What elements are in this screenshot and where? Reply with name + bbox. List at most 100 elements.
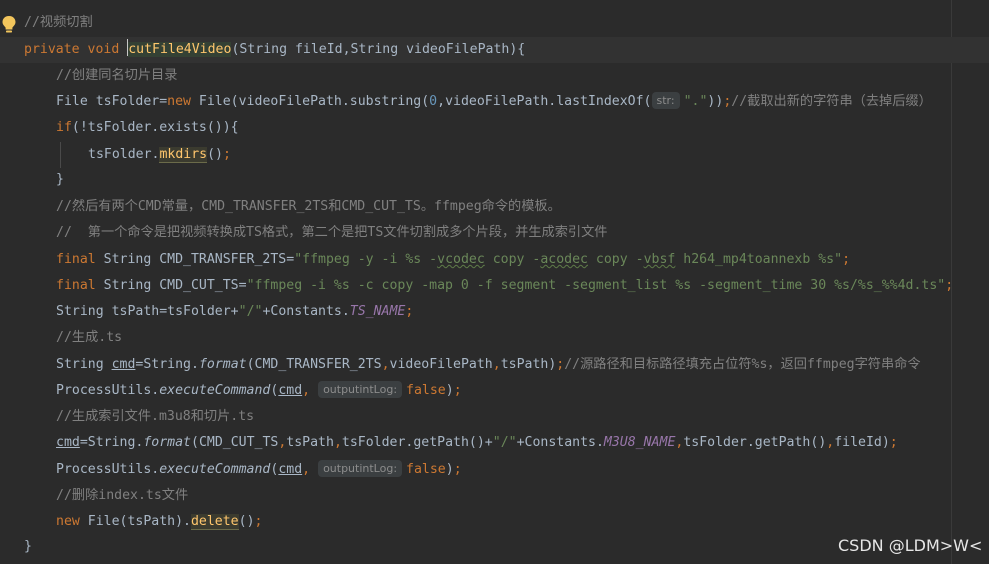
code-text: String CMD_TRANSFER_2TS= xyxy=(103,252,295,267)
code-line-3[interactable]: //创建同名切片目录 xyxy=(56,63,177,89)
code-editor[interactable]: //视频切割 private void cutFile4Video(String… xyxy=(0,0,989,564)
static-method: format xyxy=(198,357,247,372)
code-line-2[interactable]: private void cutFile4Video(String fileId… xyxy=(24,37,525,63)
code-line-5[interactable]: if(!tsFolder.exists()){ xyxy=(56,115,239,141)
keyword: false xyxy=(406,462,446,477)
code-text: String xyxy=(56,357,112,372)
code-line-16[interactable]: //生成索引文件.m3u8和切片.ts xyxy=(56,404,254,430)
watermark: CSDN @LDM>W< xyxy=(838,536,983,555)
code-line-17[interactable]: cmd=String.format(CMD_CUT_TS,tsPath,tsFo… xyxy=(56,430,898,456)
code-line-7[interactable]: } xyxy=(56,167,64,193)
code-line-15[interactable]: ProcessUtils.executeCommand(cmd, outputi… xyxy=(56,378,462,404)
comma: , xyxy=(302,462,311,477)
code-text: fileId) xyxy=(834,435,890,450)
code-text: =String. xyxy=(135,357,199,372)
lightbulb-icon[interactable] xyxy=(1,15,17,35)
code-text: +Constants. xyxy=(516,435,604,450)
code-line-6[interactable]: tsFolder.mkdirs(); xyxy=(88,142,231,168)
parameter-hint: outputintLog: xyxy=(318,381,403,398)
code-text: (!tsFolder.exists()){ xyxy=(71,120,239,135)
code-text: String tsPath=tsFolder+ xyxy=(56,304,239,319)
code-line-21[interactable]: } xyxy=(24,534,32,560)
code-line-10[interactable]: final String CMD_TRANSFER_2TS="ffmpeg -y… xyxy=(56,247,850,273)
string-literal: copy - xyxy=(587,252,644,267)
method-name: cutFile4Video xyxy=(128,42,232,57)
keyword: new xyxy=(167,94,199,109)
static-method: executeCommand xyxy=(159,383,271,398)
code-text: (String fileId,String videoFilePath){ xyxy=(231,42,526,57)
code-text: String CMD_CUT_TS= xyxy=(103,278,247,293)
keyword: if xyxy=(56,120,72,135)
code-text: tsFolder. xyxy=(88,147,160,162)
code-text: } xyxy=(56,172,64,187)
string-literal: "ffmpeg -i %s -c copy -map 0 -f segment … xyxy=(246,278,946,293)
string-literal: "ffmpeg -y -i %s - xyxy=(294,252,438,267)
code-text: =String. xyxy=(79,435,144,450)
keyword: private void xyxy=(24,42,128,57)
number-literal: 0 xyxy=(429,94,438,109)
code-line-9[interactable]: // 第一个命令是把视频转换成TS格式，第二个是把TS文件切割成多个片段，并生成… xyxy=(56,220,607,246)
code-text: ProcessUtils. xyxy=(56,383,160,398)
variable-cmd: cmd xyxy=(278,383,303,398)
static-field: M3U8_NAME xyxy=(603,435,676,450)
comment: //视频切割 xyxy=(24,15,93,30)
string-literal: h264_mp4toannexb %s" xyxy=(675,252,843,267)
method-call: delete xyxy=(190,514,239,530)
code-text: () xyxy=(207,147,223,162)
comment: //截取出新的字符串（去掉后缀） xyxy=(731,94,932,109)
code-text: File(videoFilePath.substring( xyxy=(198,94,430,109)
code-text: tsPath) xyxy=(500,357,557,372)
code-line-1[interactable]: //视频切割 xyxy=(24,10,93,36)
comment: // 第一个命令是把视频转换成TS格式，第二个是把TS文件切割成多个片段，并生成… xyxy=(56,225,608,240)
code-text: tsPath xyxy=(286,435,334,450)
keyword: final xyxy=(56,278,104,293)
comment: //创建同名切片目录 xyxy=(56,68,178,83)
semicolon: ; xyxy=(453,383,462,398)
code-text: (CMD_TRANSFER_2TS xyxy=(246,357,382,372)
code-line-4[interactable]: File tsFolder=new File(videoFilePath.sub… xyxy=(56,89,932,115)
comment: //删除index.ts文件 xyxy=(56,488,189,503)
code-text: (CMD_CUT_TS xyxy=(191,435,279,450)
code-text: () xyxy=(238,514,255,529)
variable-cmd: cmd xyxy=(56,435,80,450)
string-literal: "/" xyxy=(492,435,517,450)
code-line-12[interactable]: String tsPath=tsFolder+"/"+Constants.TS_… xyxy=(56,299,413,325)
string-literal: "." xyxy=(683,94,708,109)
code-text: } xyxy=(24,539,32,554)
semicolon: ; xyxy=(405,304,414,319)
code-text: tsFolder.getPath()+ xyxy=(341,435,493,450)
parameter-hint: outputintLog: xyxy=(318,460,403,477)
keyword: final xyxy=(56,252,104,267)
variable-cmd: cmd xyxy=(111,357,136,372)
code-line-18[interactable]: ProcessUtils.executeCommand(cmd, outputi… xyxy=(56,457,462,483)
variable-cmd: cmd xyxy=(278,462,303,477)
comma: , xyxy=(302,383,311,398)
semicolon: ; xyxy=(842,252,851,267)
static-method: format xyxy=(143,435,191,450)
code-line-11[interactable]: final String CMD_CUT_TS="ffmpeg -i %s -c… xyxy=(56,273,953,299)
static-method: executeCommand xyxy=(159,462,271,477)
code-text: )) xyxy=(707,94,724,109)
comment: //源路径和目标路径填充占位符%s，返回ffmpeg字符串命令 xyxy=(564,357,921,372)
typo-underlined-word: acodec xyxy=(540,252,588,267)
parameter-hint: str: xyxy=(651,92,680,109)
indent-guide xyxy=(60,142,61,168)
semicolon: ; xyxy=(254,514,263,529)
static-field: TS_NAME xyxy=(349,304,406,319)
comment: //生成索引文件.m3u8和切片.ts xyxy=(56,409,255,424)
semicolon: ; xyxy=(453,462,462,477)
comment: //然后有两个CMD常量，CMD_TRANSFER_2TS和CMD_CUT_TS… xyxy=(56,199,561,214)
code-line-19[interactable]: //删除index.ts文件 xyxy=(56,483,188,509)
typo-underlined-word: vbsf xyxy=(643,252,676,267)
code-text: tsFolder.getPath() xyxy=(683,435,827,450)
semicolon: ; xyxy=(889,435,898,450)
code-text: ) xyxy=(445,383,454,398)
code-line-14[interactable]: String cmd=String.format(CMD_TRANSFER_2T… xyxy=(56,352,921,378)
typo-underlined-word: vcodec xyxy=(437,252,485,267)
code-line-8[interactable]: //然后有两个CMD常量，CMD_TRANSFER_2TS和CMD_CUT_TS… xyxy=(56,194,561,220)
code-line-20[interactable]: new File(tsPath).delete(); xyxy=(56,509,262,535)
keyword: new xyxy=(56,514,88,529)
code-text: +Constants. xyxy=(262,304,350,319)
code-line-13[interactable]: //生成.ts xyxy=(56,325,122,351)
code-text: File tsFolder= xyxy=(56,94,168,109)
